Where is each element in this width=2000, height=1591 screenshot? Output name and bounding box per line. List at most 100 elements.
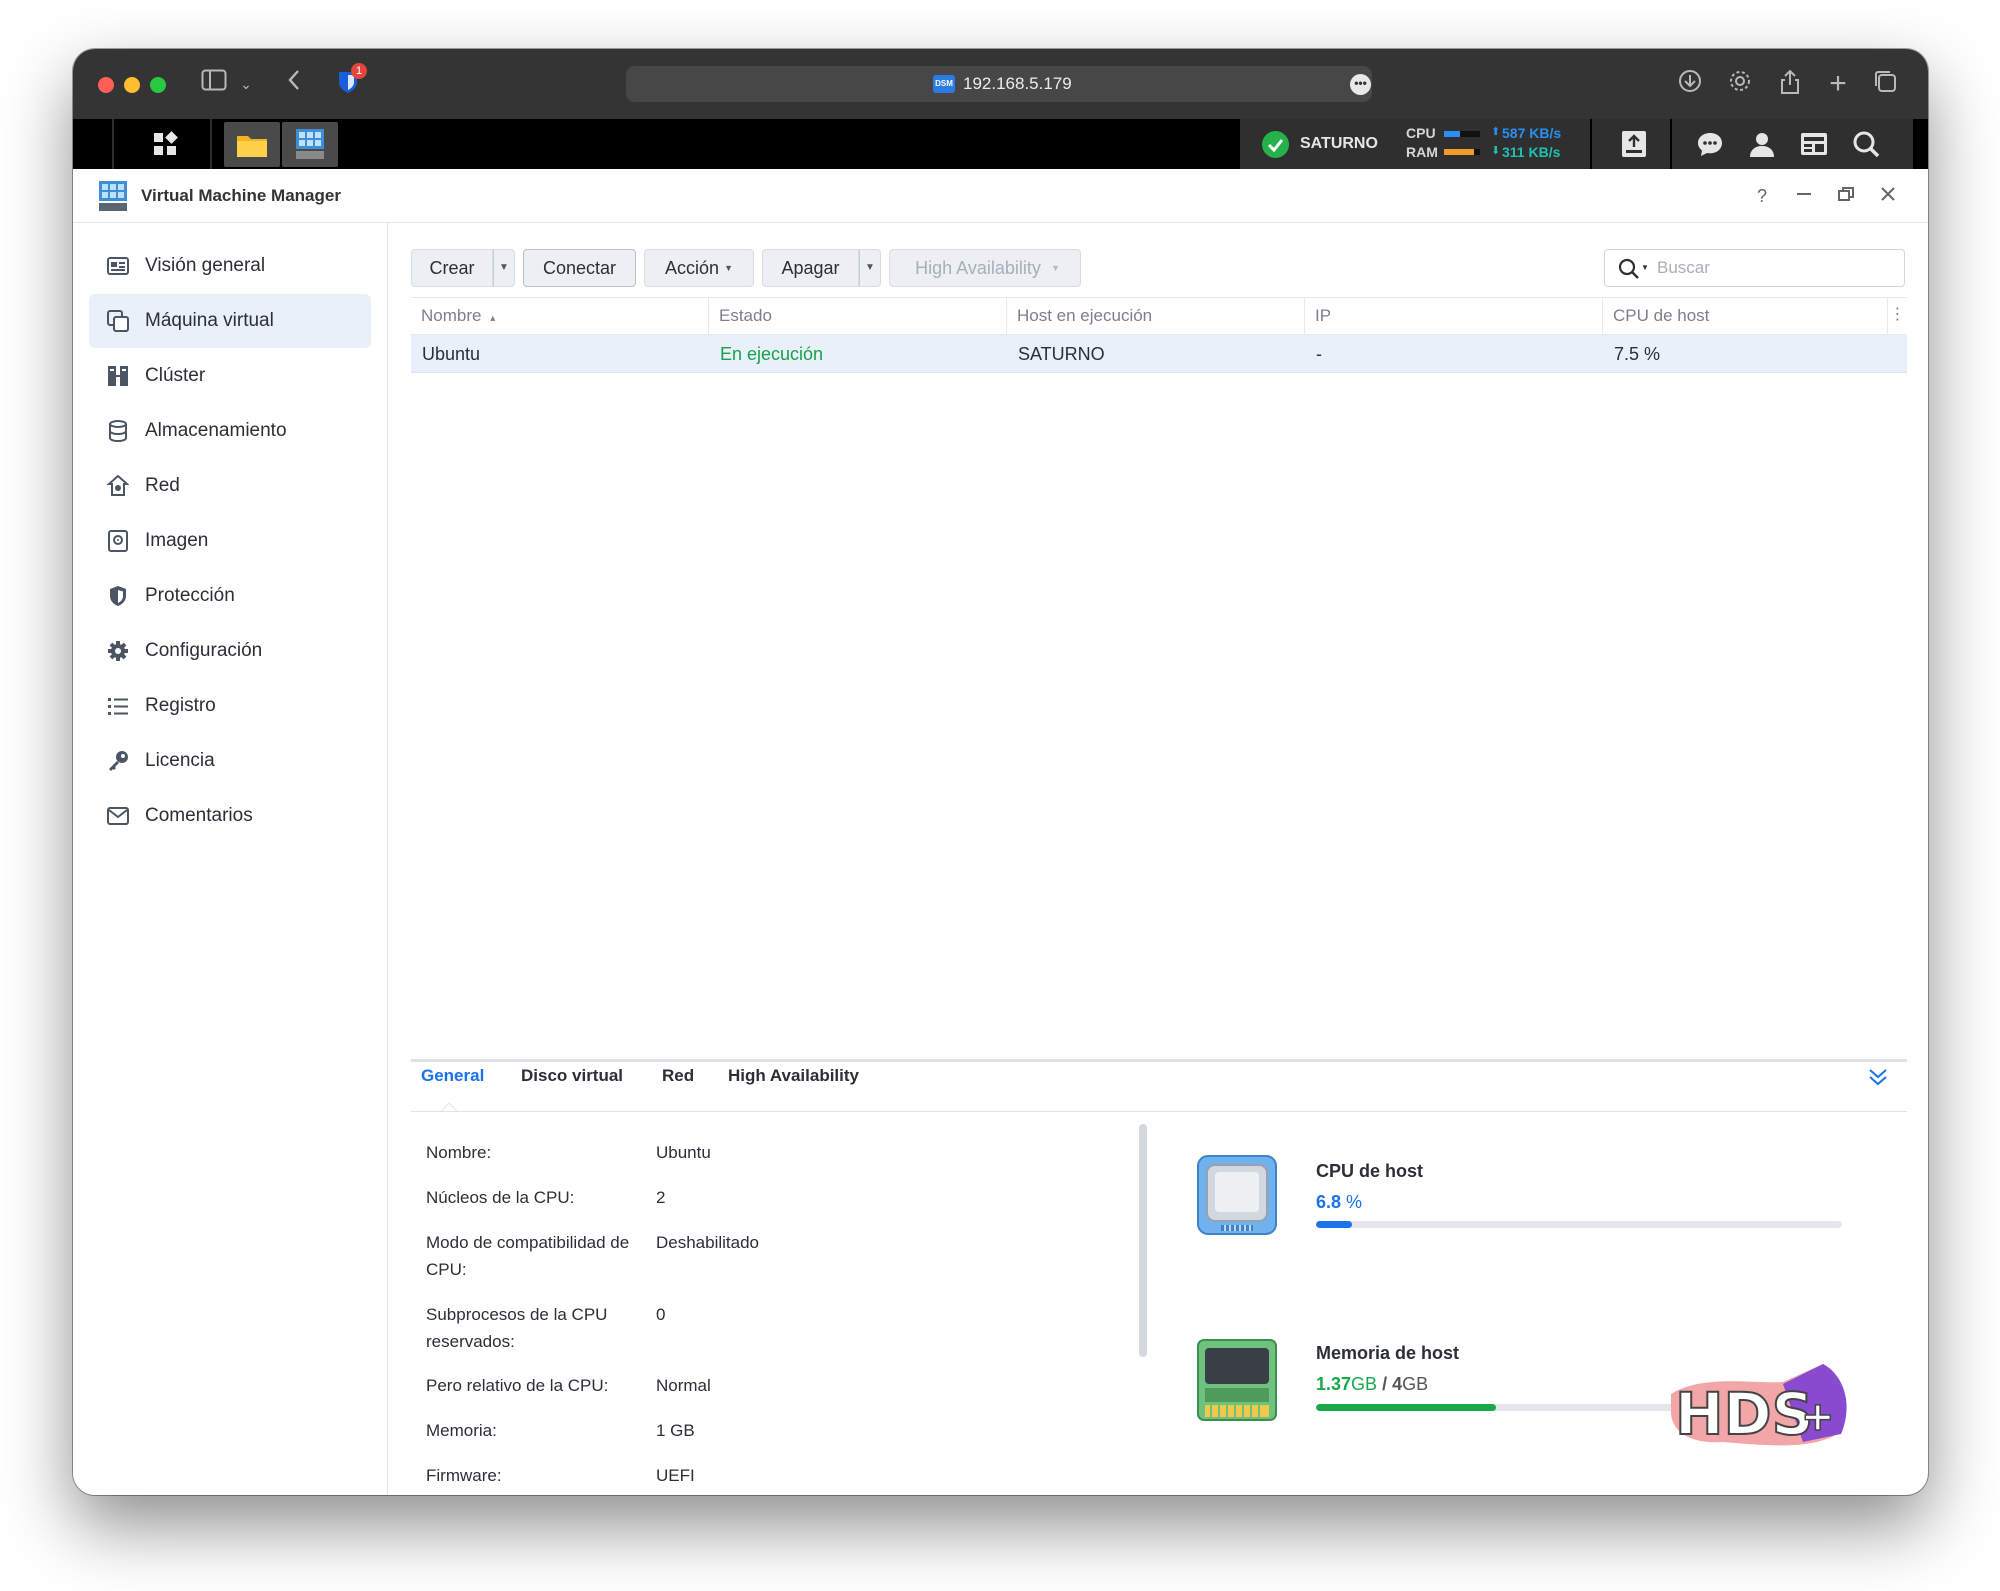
sidebar-item-storage[interactable]: Almacenamiento <box>89 404 371 458</box>
address-bar[interactable]: DSM 192.168.5.179 ••• <box>626 66 1372 102</box>
back-icon[interactable] <box>277 69 311 101</box>
chevron-down-icon[interactable]: ⌄ <box>229 69 263 101</box>
upload-queue-icon[interactable] <box>1606 119 1662 169</box>
zoom-window-button[interactable] <box>150 77 166 93</box>
cpu-usage-fill <box>1316 1221 1352 1228</box>
shutdown-button[interactable]: Apagar <box>762 249 859 287</box>
collapse-panel-icon[interactable] <box>1867 1066 1889 1088</box>
vmm-taskbar-icon[interactable] <box>282 122 338 167</box>
upload-arrow-icon: ⬆ <box>1491 126 1501 138</box>
column-header-status[interactable]: Estado <box>709 297 1007 335</box>
download-speed: 311 KB/s <box>1502 144 1561 160</box>
gear-icon <box>105 638 131 664</box>
password-manager-extension-icon[interactable]: 1 <box>331 63 367 101</box>
field-value-cpu-weight: Normal <box>656 1376 711 1395</box>
caret-down-icon: ▼ <box>724 263 733 273</box>
svg-text:+: + <box>1801 1394 1835 1440</box>
create-button[interactable]: Crear <box>411 249 493 287</box>
server-name: SATURNO <box>1300 135 1378 152</box>
cpu-value-unit: % <box>1346 1192 1363 1212</box>
cpu-resource-value: 6.8 % <box>1316 1192 1362 1213</box>
list-icon <box>105 693 131 719</box>
cpu-label: CPU <box>1406 125 1436 141</box>
high-availability-button-label: High Availability <box>915 258 1041 278</box>
status-ok-icon <box>1262 131 1289 158</box>
restore-app-button[interactable] <box>1831 181 1861 211</box>
tab-virtual-disk[interactable]: Disco virtual <box>521 1064 623 1088</box>
field-label-cpu-compat: Modo de compatibilidad de CPU: <box>426 1233 630 1279</box>
field-value-firmware: UEFI <box>656 1466 695 1485</box>
column-header-host[interactable]: Host en ejecución <box>1007 297 1305 335</box>
field-label-cpu-weight: Pero relativo de la CPU: <box>426 1376 609 1395</box>
sidebar-item-virtual-machine[interactable]: Máquina virtual <box>89 294 371 348</box>
image-icon <box>105 528 131 554</box>
sidebar-item-network[interactable]: Red <box>89 459 371 513</box>
sidebar-item-overview[interactable]: Visión general <box>89 239 371 293</box>
sidebar-toggle-icon[interactable] <box>197 69 231 101</box>
column-options-icon[interactable]: ⋮ <box>1888 297 1907 335</box>
shutdown-dropdown-caret[interactable]: ▼ <box>859 249 881 287</box>
sidebar-item-cluster[interactable]: Clúster <box>89 349 371 403</box>
sidebar-item-label: Imagen <box>145 530 209 551</box>
sidebar-item-protection[interactable]: Protección <box>89 569 371 623</box>
table-row[interactable] <box>411 335 1907 373</box>
sidebar-item-feedback[interactable]: Comentarios <box>89 789 371 843</box>
file-station-taskbar-icon[interactable] <box>224 122 280 167</box>
field-value-cpu-threads: 0 <box>656 1305 666 1324</box>
dsm-status-area: SATURNO CPU RAM ⬆ 587 KB/s ⬇ 311 KB/s <box>1240 119 1913 169</box>
help-button[interactable]: ? <box>1747 181 1777 211</box>
minimize-app-button[interactable] <box>1789 181 1819 211</box>
close-app-button[interactable] <box>1873 181 1903 211</box>
high-availability-button[interactable]: High Availability ▼ <box>889 249 1081 287</box>
sidebar-item-label: Protección <box>145 585 235 606</box>
create-dropdown-caret[interactable]: ▼ <box>493 249 515 287</box>
action-button[interactable]: Acción ▼ <box>644 249 754 287</box>
field-value-memory: 1 GB <box>656 1421 695 1440</box>
detail-scrollbar[interactable] <box>1139 1124 1147 1357</box>
sidebar-item-label: Almacenamiento <box>145 420 287 441</box>
user-account-icon[interactable] <box>1734 119 1790 169</box>
sidebar-item-label: Registro <box>145 695 216 716</box>
svg-text:HDS: HDS <box>1675 1380 1813 1448</box>
memory-resource-value: 1.37GB / 4GB <box>1316 1374 1428 1395</box>
sidebar-item-label: Comentarios <box>145 805 253 826</box>
ram-meter <box>1444 149 1480 155</box>
vm-host-cell: SATURNO <box>1018 344 1105 364</box>
more-options-icon[interactable]: ••• <box>1350 74 1371 95</box>
memory-resource-title: Memoria de host <box>1316 1343 1460 1363</box>
widgets-icon[interactable] <box>1786 119 1842 169</box>
column-header-name[interactable]: Nombre ▴ <box>411 297 709 335</box>
settings-gear-icon[interactable] <box>1723 69 1757 101</box>
sidebar-item-label: Licencia <box>145 750 215 771</box>
memory-used-unit: GB <box>1351 1374 1378 1394</box>
tab-general[interactable]: General <box>421 1064 484 1088</box>
close-window-button[interactable] <box>98 77 114 93</box>
main-menu-icon[interactable] <box>137 119 193 169</box>
tab-overview-icon[interactable] <box>1868 69 1902 101</box>
sidebar-item-image[interactable]: Imagen <box>89 514 371 568</box>
column-header-host-cpu[interactable]: CPU de host <box>1603 297 1888 335</box>
upload-speed: 587 KB/s <box>1502 125 1562 141</box>
detail-panel-divider[interactable] <box>411 1059 1907 1062</box>
notifications-chat-icon[interactable] <box>1682 119 1738 169</box>
download-icon[interactable] <box>1673 69 1707 101</box>
tab-network[interactable]: Red <box>662 1064 694 1088</box>
field-label-memory: Memoria: <box>426 1421 497 1440</box>
search-icon[interactable] <box>1838 119 1894 169</box>
share-icon[interactable] <box>1773 69 1807 101</box>
new-tab-icon[interactable]: + <box>1821 69 1855 101</box>
tab-high-availability[interactable]: High Availability <box>728 1064 859 1088</box>
sidebar-item-settings[interactable]: Configuración <box>89 624 371 678</box>
vm-name-cell: Ubuntu <box>422 344 481 364</box>
field-label-cpu-cores: Núcleos de la CPU: <box>426 1188 575 1207</box>
vmm-app-icon <box>97 179 129 213</box>
hds-watermark-logo: HDS + <box>1663 1354 1853 1454</box>
column-header-ip[interactable]: IP <box>1305 297 1603 335</box>
sidebar-item-log[interactable]: Registro <box>89 679 371 733</box>
sidebar-item-license[interactable]: Licencia <box>89 734 371 788</box>
sidebar-item-label: Visión general <box>145 255 266 276</box>
minimize-window-button[interactable] <box>124 77 140 93</box>
connect-button[interactable]: Conectar <box>523 249 636 287</box>
search-field[interactable]: ▼ Buscar <box>1604 249 1905 287</box>
memory-total-unit: GB <box>1402 1374 1429 1394</box>
